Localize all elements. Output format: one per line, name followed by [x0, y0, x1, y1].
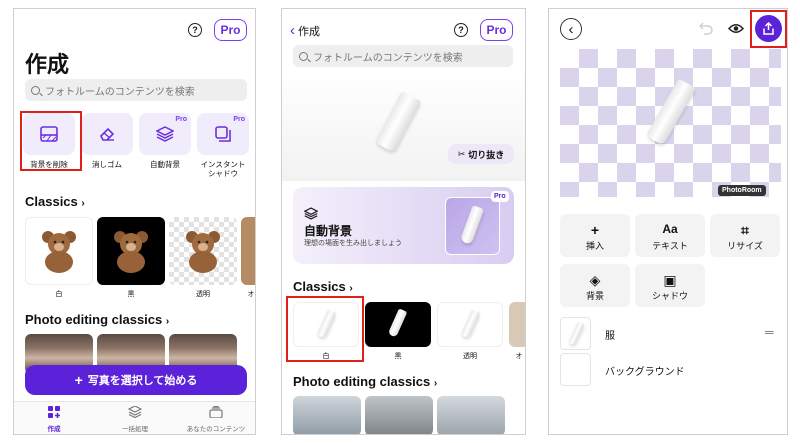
layer-label: バックグラウンド — [605, 367, 685, 378]
tab-your-content[interactable]: あなたのコンテンツ — [186, 405, 246, 433]
classic-caption: 透明 — [463, 353, 477, 360]
pro-button[interactable]: Pro — [480, 19, 513, 41]
photo-edit-thumb[interactable] — [365, 396, 433, 434]
search-input[interactable]: フォトルームのコンテンツを検索 — [25, 79, 247, 101]
stack-icon — [209, 405, 223, 419]
canvas-preview[interactable]: PhotoRoom — [560, 49, 781, 197]
highlight-box — [20, 111, 82, 171]
tool-instant-shadow[interactable]: Pro インスタント シャドウ — [193, 113, 253, 178]
tab-create[interactable]: 作成 — [24, 406, 84, 433]
classic-thumb-transparent[interactable] — [169, 217, 237, 285]
scissors-icon: ✂ — [457, 148, 466, 159]
pro-badge: Pro — [233, 116, 245, 123]
chevron-left-icon: ‹ — [568, 20, 574, 38]
banner-title: 自動背景 — [304, 224, 353, 238]
plus-icon: + — [590, 222, 600, 238]
pro-badge: Pro — [491, 191, 509, 202]
option-insert[interactable]: + 挿入 — [560, 214, 630, 257]
option-shadow[interactable]: ▣ シャドウ — [635, 264, 705, 307]
eye-icon[interactable] — [728, 23, 744, 34]
help-icon[interactable]: ? — [188, 23, 202, 37]
tool-label: 消しゴム — [92, 160, 122, 169]
tool-eraser[interactable]: 消しゴム — [77, 113, 137, 169]
banner-preview-image — [445, 197, 500, 255]
page-title: 作成 — [25, 52, 70, 77]
section-classics[interactable]: Classics › — [293, 279, 353, 294]
layers-icon — [156, 126, 174, 142]
cutout-button[interactable]: ✂ 切り抜き — [448, 144, 514, 164]
option-resize[interactable]: ⌗ リサイズ — [710, 214, 780, 257]
classic-caption: オ — [515, 353, 523, 360]
shadow-icon: ▣ — [663, 272, 677, 288]
chevron-right-icon: › — [433, 378, 438, 389]
help-icon[interactable]: ? — [454, 23, 468, 37]
photo-edit-thumb[interactable] — [293, 396, 361, 434]
pro-button[interactable]: Pro — [214, 19, 247, 41]
layers-icon — [304, 207, 318, 220]
product-tube-image — [374, 91, 422, 153]
select-photo-button[interactable]: + 写真を選択して始める — [25, 365, 247, 395]
screen-editor: ‹ PhotoRoom + 挿入 Aa テキスト ⌗ リサイズ ◈ 背景 ▣ シ… — [548, 8, 788, 435]
teddy-bear-image — [114, 231, 148, 273]
layer-row-item[interactable]: 服 ═ — [560, 317, 781, 350]
classic-thumb-black[interactable] — [365, 302, 431, 347]
teddy-bear-image — [186, 231, 220, 273]
section-classics[interactable]: Classics › — [25, 194, 85, 209]
screen-create: ? Pro 作成 フォトルームのコンテンツを検索 背景を削除 消しゴム Pro … — [13, 8, 256, 435]
classic-caption: 白 — [322, 353, 330, 360]
classic-thumb-partial[interactable] — [241, 217, 255, 285]
shadow-icon — [215, 126, 231, 142]
section-photo-editing[interactable]: Photo editing classics › — [293, 374, 437, 389]
section-photo-editing[interactable]: Photo editing classics › — [25, 312, 169, 327]
classic-caption: 白 — [55, 291, 63, 298]
layer-row-background[interactable]: バックグラウンド — [560, 353, 781, 386]
classic-thumb-white[interactable] — [25, 217, 93, 285]
tool-auto-background[interactable]: Pro 自動背景 — [135, 113, 195, 169]
chevron-left-icon: ‹ — [290, 22, 295, 39]
classic-thumb-black[interactable] — [97, 217, 165, 285]
tool-label: インスタント シャドウ — [200, 160, 246, 178]
layers-icon: ◈ — [589, 272, 601, 288]
tab-batch[interactable]: 一括処理 — [105, 405, 165, 433]
watermark: PhotoRoom — [718, 185, 766, 196]
screen-create-background: ‹ 作成 ? Pro フォトルームのコンテンツを検索 ✂ 切り抜き 自動背景 理想… — [281, 8, 526, 435]
chevron-right-icon: › — [165, 316, 170, 327]
crop-icon: ⌗ — [741, 222, 749, 238]
eraser-icon — [100, 127, 115, 141]
option-text[interactable]: Aa テキスト — [635, 214, 705, 257]
classic-caption: 黒 — [127, 291, 135, 298]
chevron-right-icon: › — [349, 283, 353, 294]
layers-icon — [127, 405, 143, 419]
classic-caption: オ — [247, 291, 255, 298]
product-tube-image[interactable] — [645, 78, 697, 146]
teddy-bear-image — [42, 231, 76, 273]
pro-badge: Pro — [175, 116, 187, 123]
drag-handle-icon[interactable]: ═ — [765, 325, 774, 339]
product-preview — [282, 71, 525, 181]
classic-thumb-transparent[interactable] — [437, 302, 503, 347]
grid-plus-icon — [48, 406, 60, 418]
chevron-right-icon: › — [81, 198, 85, 209]
search-icon — [31, 85, 40, 95]
back-button[interactable]: ‹ — [560, 18, 582, 40]
classic-caption: 黒 — [394, 353, 402, 360]
auto-background-banner[interactable]: 自動背景 理想の場面を生み出しましょう Pro — [293, 187, 514, 264]
text-icon: Aa — [662, 222, 678, 236]
undo-icon[interactable] — [699, 22, 713, 35]
classic-thumb-partial[interactable] — [509, 302, 525, 347]
back-button[interactable]: ‹ 作成 — [290, 22, 320, 39]
option-background[interactable]: ◈ 背景 — [560, 264, 630, 307]
classic-caption: 透明 — [196, 291, 210, 298]
tab-bar: 作成 一括処理 あなたのコンテンツ — [14, 401, 255, 434]
search-icon — [299, 51, 308, 61]
photo-edit-thumb[interactable] — [437, 396, 505, 434]
layer-thumbnail — [560, 353, 591, 386]
layer-thumbnail — [560, 317, 591, 350]
tool-label: 自動背景 — [150, 160, 180, 169]
highlight-box — [750, 10, 787, 48]
banner-subtitle: 理想の場面を生み出しましょう — [304, 240, 402, 247]
plus-icon: + — [74, 372, 83, 388]
layer-label: 服 — [605, 331, 615, 342]
search-input[interactable]: フォトルームのコンテンツを検索 — [293, 45, 513, 67]
